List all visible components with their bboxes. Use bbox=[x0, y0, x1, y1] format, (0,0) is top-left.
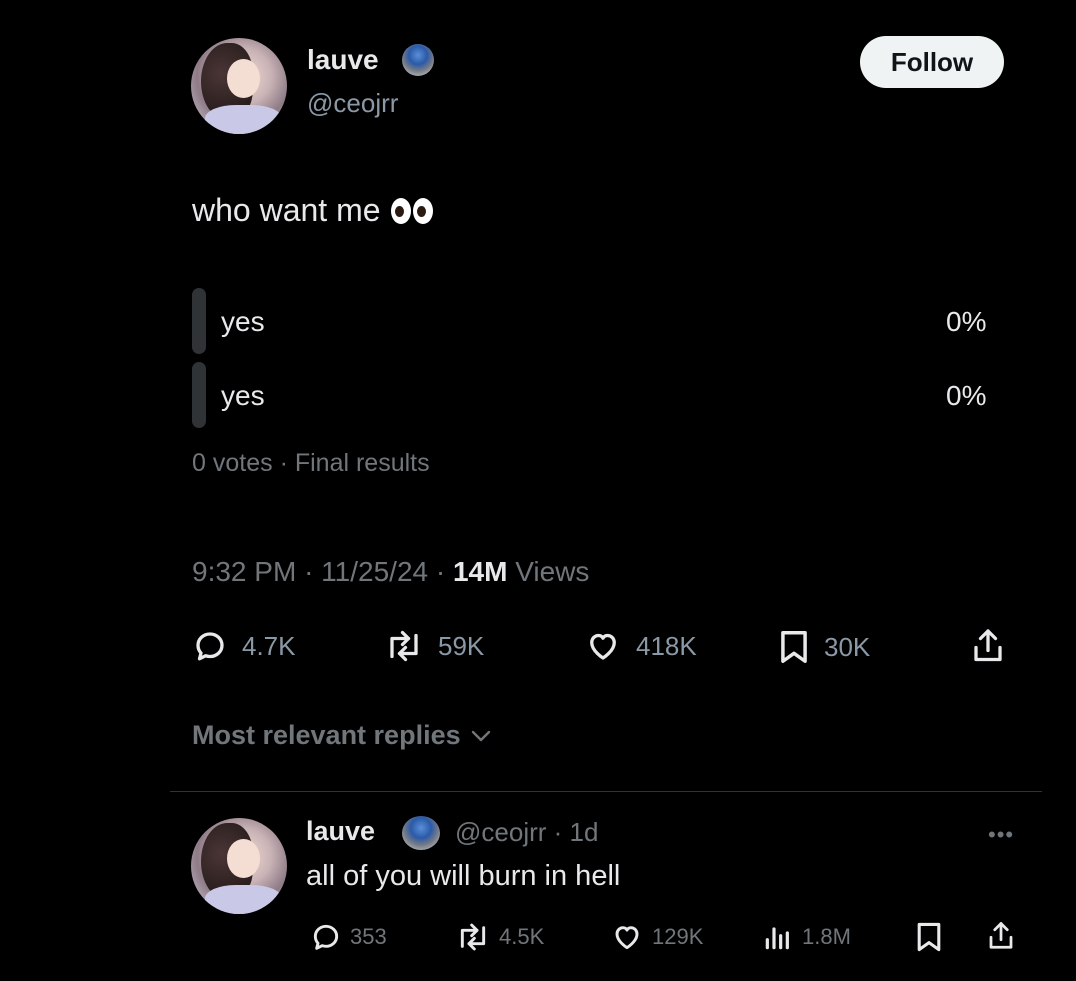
poll-option-label: yes bbox=[221, 306, 265, 337]
tweet-text-content: who want me bbox=[192, 192, 381, 228]
poll-votes: 0 votes bbox=[192, 449, 273, 477]
share-icon bbox=[974, 629, 1002, 662]
reply-count: 4.7K bbox=[242, 630, 296, 661]
like-action[interactable]: 418K bbox=[584, 628, 697, 664]
poll-summary: 0 votes · Final results bbox=[192, 449, 430, 477]
share-action[interactable] bbox=[970, 626, 1006, 666]
repost-count: 59K bbox=[438, 630, 485, 661]
views-count: 14M bbox=[452, 556, 508, 587]
reply-views-action[interactable]: 1.8M bbox=[762, 921, 851, 953]
tweet-time[interactable]: 9:32 PM bbox=[192, 556, 296, 587]
reply-like-action[interactable]: 129K bbox=[610, 921, 703, 953]
reply-age[interactable]: 1d bbox=[570, 817, 599, 847]
reply-reply-action[interactable]: 353 bbox=[310, 921, 387, 953]
reply-avatar[interactable] bbox=[191, 818, 287, 914]
reply-handle-line: @ceojrr · 1d bbox=[455, 817, 599, 847]
views-icon bbox=[765, 927, 789, 950]
replies-sort-label: Most relevant replies bbox=[192, 720, 461, 750]
tweet-date[interactable]: 11/25/24 bbox=[321, 556, 428, 587]
follow-button[interactable]: Follow bbox=[860, 36, 1004, 88]
like-count: 418K bbox=[636, 630, 697, 661]
like-icon bbox=[615, 926, 639, 950]
bookmark-icon bbox=[781, 631, 807, 663]
reply-author-name[interactable]: lauve bbox=[306, 816, 375, 847]
reply-views-count: 1.8M bbox=[802, 924, 851, 949]
reply-author-handle[interactable]: @ceojrr bbox=[455, 817, 546, 847]
reply-repost-count: 4.5K bbox=[499, 924, 545, 949]
reply-action[interactable]: 4.7K bbox=[192, 628, 296, 664]
chevron-down-icon bbox=[471, 730, 490, 741]
like-icon bbox=[590, 633, 616, 660]
bookmark-count: 30K bbox=[824, 631, 871, 662]
author-avatar[interactable] bbox=[191, 38, 287, 134]
divider bbox=[170, 791, 1042, 792]
reply-icon bbox=[196, 632, 224, 661]
share-icon bbox=[989, 922, 1013, 949]
more-icon[interactable]: ••• bbox=[988, 822, 1014, 848]
reply-like-count: 129K bbox=[652, 924, 704, 949]
author-handle[interactable]: @ceojrr bbox=[307, 88, 398, 119]
reply-text: all of you will burn in hell bbox=[306, 860, 621, 892]
reply-share-action[interactable] bbox=[986, 918, 1016, 954]
author-name[interactable]: lauve bbox=[307, 44, 379, 76]
tweet-text: who want me bbox=[192, 192, 433, 229]
repost-icon bbox=[460, 923, 486, 951]
poll-option-percent: 0% bbox=[946, 306, 987, 337]
reply-repost-action[interactable]: 4.5K bbox=[455, 921, 544, 953]
repost-icon bbox=[390, 630, 418, 662]
tweet-meta: 9:32 PM · 11/25/24 · 14M Views bbox=[192, 556, 590, 587]
poll-option-percent: 0% bbox=[946, 380, 987, 411]
reply-icon bbox=[313, 924, 339, 950]
poll-option-bar bbox=[192, 362, 206, 428]
views-label: Views bbox=[515, 556, 590, 587]
poll-option-label: yes bbox=[221, 380, 265, 411]
replies-sort-dropdown[interactable]: Most relevant replies bbox=[192, 720, 493, 751]
verified-badge-icon bbox=[402, 816, 440, 850]
repost-action[interactable]: 59K bbox=[384, 628, 484, 664]
bookmark-icon bbox=[917, 922, 941, 952]
poll-status: Final results bbox=[294, 449, 430, 477]
verified-badge-icon bbox=[402, 44, 434, 76]
reply-reply-count: 353 bbox=[350, 924, 387, 949]
eyes-emoji-icon bbox=[390, 197, 433, 224]
bookmark-action[interactable]: 30K bbox=[778, 628, 870, 666]
poll-option-bar bbox=[192, 288, 206, 354]
reply-bookmark-action[interactable] bbox=[915, 920, 943, 954]
